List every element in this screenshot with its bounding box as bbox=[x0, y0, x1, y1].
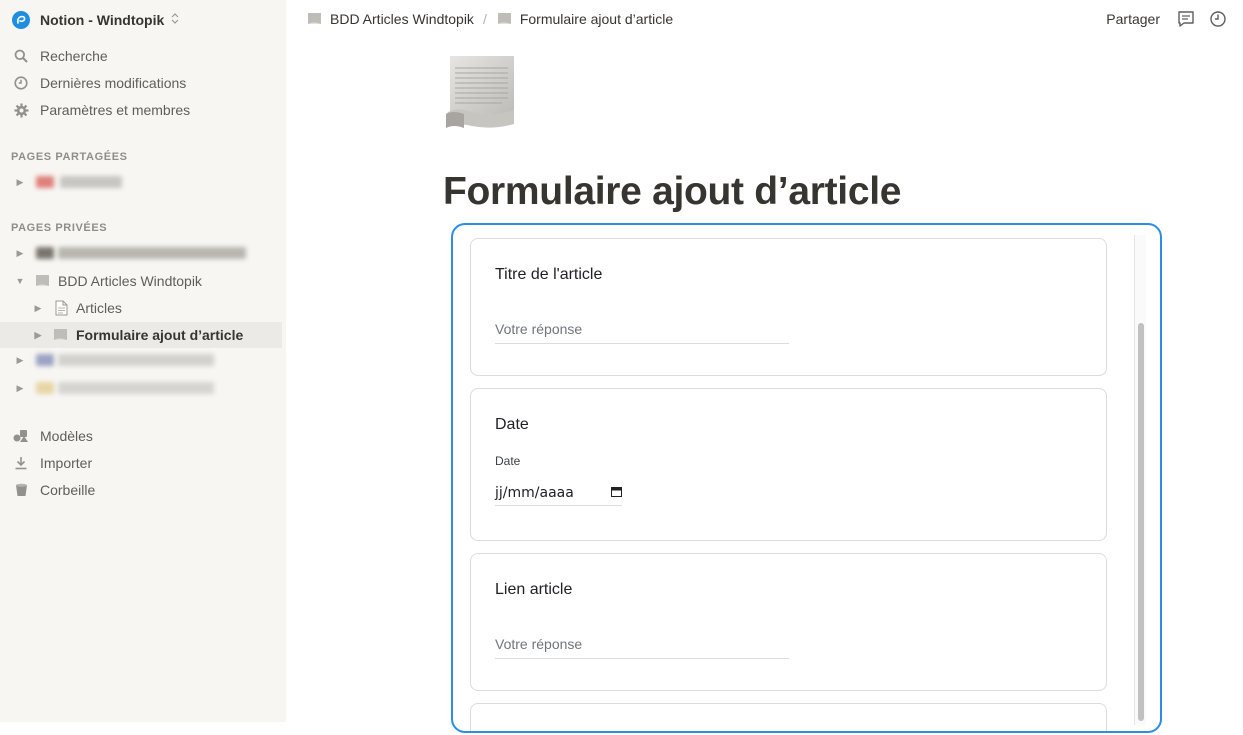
import-icon bbox=[12, 454, 30, 472]
workspace-name: Notion - Windtopik bbox=[40, 12, 165, 28]
breadcrumb-current[interactable]: Formulaire ajout d’article bbox=[496, 10, 673, 28]
page-title-blurred bbox=[60, 176, 122, 188]
nav-settings-label: Paramètres et membres bbox=[40, 102, 191, 118]
question-date-label: Date bbox=[495, 416, 529, 433]
sidebar: Notion - Windtopik Recherche Dernières m… bbox=[0, 0, 286, 722]
sidebar-item-bdd-label: BDD Articles Windtopik bbox=[58, 273, 202, 289]
templates-icon bbox=[12, 427, 30, 445]
workspace-logo-icon bbox=[12, 11, 30, 29]
date-sublabel: Date bbox=[495, 454, 521, 468]
clock-icon bbox=[12, 74, 30, 92]
topbar-actions: Partager bbox=[1106, 8, 1227, 30]
answer-title-input[interactable]: Votre réponse bbox=[495, 321, 789, 344]
sidebar-item-form-label: Formulaire ajout d’article bbox=[76, 327, 244, 343]
section-private-pages: PAGES PRIVÉES bbox=[11, 222, 108, 234]
nav-templates-label: Modèles bbox=[40, 428, 93, 444]
nav-settings[interactable]: Paramètres et membres bbox=[12, 99, 190, 121]
nav-trash[interactable]: Corbeille bbox=[12, 479, 95, 501]
share-button[interactable]: Partager bbox=[1106, 11, 1160, 27]
page-title-blurred bbox=[58, 247, 246, 259]
search-icon bbox=[12, 47, 30, 65]
document-icon bbox=[52, 299, 70, 317]
expand-triangle-icon[interactable]: ▶ bbox=[33, 303, 43, 314]
nav-recent-label: Dernières modifications bbox=[40, 75, 187, 91]
nav-search-label: Recherche bbox=[40, 48, 108, 64]
nav-import[interactable]: Importer bbox=[12, 452, 92, 474]
page-emoji-blurred bbox=[36, 176, 54, 188]
expand-triangle-icon[interactable]: ▶ bbox=[15, 248, 25, 259]
sidebar-item-private-page[interactable]: ▶ bbox=[0, 375, 282, 401]
chevron-updown-icon bbox=[171, 13, 179, 27]
nav-templates[interactable]: Modèles bbox=[12, 425, 93, 447]
scroll-icon bbox=[496, 10, 514, 28]
form-question-card-next bbox=[470, 703, 1107, 731]
breadcrumb-separator: / bbox=[482, 11, 487, 27]
date-input-value: jj/mm/aaaa bbox=[495, 484, 574, 501]
question-title-label: Titre de l'article bbox=[495, 266, 603, 283]
sidebar-item-articles[interactable]: ▶ Articles bbox=[0, 295, 282, 321]
expand-triangle-icon[interactable]: ▶ bbox=[15, 177, 25, 188]
section-shared-pages: PAGES PARTAGÉES bbox=[11, 151, 128, 163]
expand-triangle-icon[interactable]: ▶ bbox=[15, 355, 25, 366]
breadcrumb: BDD Articles Windtopik / Formulaire ajou… bbox=[306, 8, 673, 30]
breadcrumb-parent[interactable]: BDD Articles Windtopik bbox=[306, 10, 474, 28]
form-scroll-area[interactable]: Titre de l'article Votre réponse Date Da… bbox=[453, 225, 1136, 731]
nav-import-label: Importer bbox=[40, 455, 93, 471]
expand-triangle-icon[interactable]: ▶ bbox=[15, 383, 25, 394]
breadcrumb-parent-label: BDD Articles Windtopik bbox=[330, 11, 474, 27]
breadcrumb-current-label: Formulaire ajout d’article bbox=[519, 11, 674, 27]
sidebar-item-bdd-articles[interactable]: ▼ BDD Articles Windtopik bbox=[0, 268, 282, 294]
embedded-form[interactable]: Titre de l'article Votre réponse Date Da… bbox=[451, 223, 1162, 733]
question-link-label: Lien article bbox=[495, 581, 573, 598]
form-scrollbar[interactable] bbox=[1134, 235, 1146, 725]
sidebar-item-form[interactable]: ▶ Formulaire ajout d’article bbox=[0, 322, 282, 348]
page-title[interactable]: Formulaire ajout d’article bbox=[443, 170, 901, 214]
sidebar-item-private-page[interactable]: ▶ bbox=[0, 347, 282, 373]
calendar-icon[interactable] bbox=[611, 485, 622, 501]
trash-icon bbox=[12, 481, 30, 499]
comment-icon[interactable] bbox=[1177, 10, 1195, 28]
scroll-icon bbox=[52, 326, 70, 344]
page-emoji-blurred bbox=[36, 382, 54, 394]
scroll-icon bbox=[34, 272, 52, 290]
form-question-card-title: Titre de l'article Votre réponse bbox=[470, 238, 1107, 376]
page-emoji-blurred bbox=[36, 354, 54, 366]
workspace-switcher[interactable]: Notion - Windtopik bbox=[12, 9, 179, 31]
answer-link-input[interactable]: Votre réponse bbox=[495, 636, 789, 659]
sidebar-item-shared-page[interactable]: ▶ bbox=[0, 169, 282, 195]
page-title-blurred bbox=[58, 354, 214, 366]
gear-icon bbox=[12, 101, 30, 119]
page-title-blurred bbox=[58, 382, 214, 394]
page-emoji-blurred bbox=[36, 247, 54, 259]
nav-trash-label: Corbeille bbox=[40, 482, 96, 498]
sidebar-item-articles-label: Articles bbox=[76, 300, 122, 316]
page-scroll-icon[interactable] bbox=[442, 54, 520, 132]
form-question-card-date: Date Date jj/mm/aaaa bbox=[470, 388, 1107, 541]
collapse-triangle-icon[interactable]: ▼ bbox=[15, 276, 25, 286]
nav-recent-updates[interactable]: Dernières modifications bbox=[12, 72, 186, 94]
expand-triangle-icon[interactable]: ▶ bbox=[33, 330, 43, 341]
history-clock-icon[interactable] bbox=[1209, 10, 1227, 28]
form-question-card-link: Lien article Votre réponse bbox=[470, 553, 1107, 691]
sidebar-item-private-page[interactable]: ▶ bbox=[0, 240, 282, 266]
date-input[interactable]: jj/mm/aaaa bbox=[495, 480, 622, 506]
form-scrollbar-thumb[interactable] bbox=[1138, 323, 1144, 721]
nav-search[interactable]: Recherche bbox=[12, 45, 108, 67]
scroll-icon bbox=[306, 10, 324, 28]
